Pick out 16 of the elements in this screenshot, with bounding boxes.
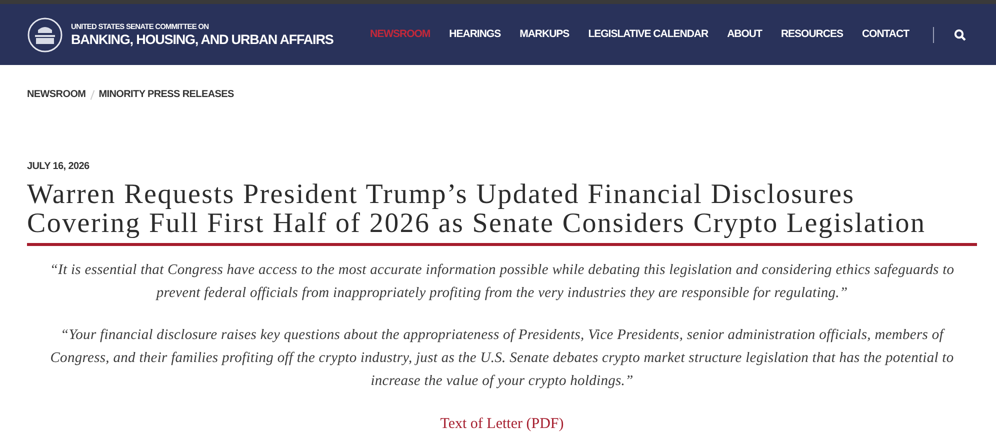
logo-title: BANKING, HOUSING, AND URBAN AFFAIRS	[71, 32, 334, 46]
pull-quote: “It is essential that Congress have access to the most accurate information possible while debating this legislation and considering ethics safeguards to prevent federal officials from inappropriately profiting from the very industries they are responsible for regulating.”	[48, 261, 956, 303]
letter-link[interactable]: Text of Letter (PDF)	[440, 413, 564, 436]
nav-link[interactable]: MARKUPS	[520, 26, 570, 42]
breadcrumb-link[interactable]: MINORITY PRESS RELEASES	[98, 87, 234, 102]
nav-link[interactable]: ABOUT	[727, 26, 762, 42]
article-date: JULY 16, 2026	[27, 160, 90, 174]
nav-link[interactable]: LEGISLATIVE CALENDAR	[588, 26, 708, 42]
breadcrumb-link[interactable]: NEWSROOM	[27, 87, 86, 102]
article-title: Warren Requests President Trump’s Updated Financial Disclosures Covering Full First Half of 2026 as Senate Considers Crypto Legislation	[27, 180, 927, 238]
nav-link[interactable]: RESOURCES	[780, 26, 843, 42]
search-icon[interactable]	[954, 28, 966, 40]
nav-link[interactable]: HEARINGS	[449, 26, 501, 42]
nav-link[interactable]: CONTACT	[862, 26, 909, 42]
pull-quote: “Your financial disclosure raises key questions about the appropriateness of Presidents, Vice Presidents, senior administration officials, members of Congress, and their families profiting off the crypto industry, just as the U.S. Senate debates crypto market structure legislation that has the potential to increase the value of your crypto holdings.”	[49, 326, 955, 391]
capitol-seal-icon	[27, 16, 63, 52]
